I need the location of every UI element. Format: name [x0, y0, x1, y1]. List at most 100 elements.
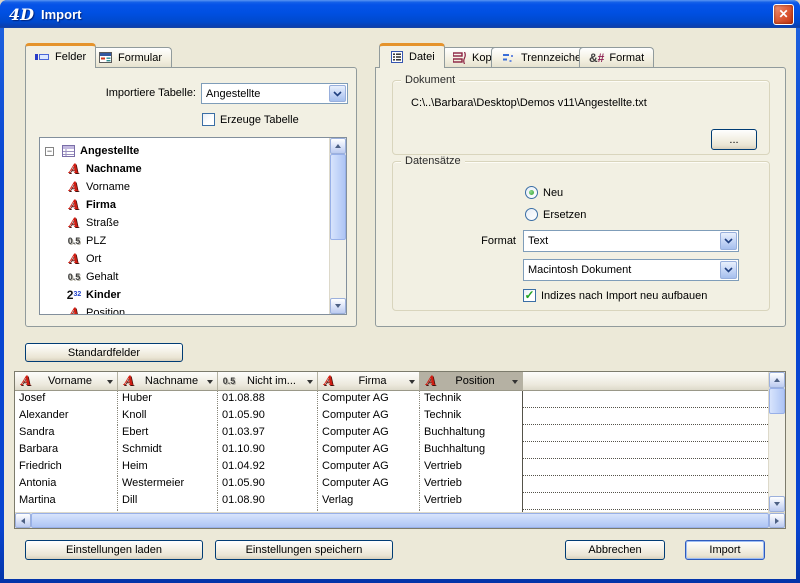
abbrechen-button[interactable]: Abbrechen	[565, 540, 665, 560]
table-scroll-right-button[interactable]	[769, 513, 785, 528]
table-cell: 01.08.88	[218, 391, 318, 408]
tree-item-plz[interactable]: 0.5PLZ	[40, 232, 328, 250]
erzeuge-tabelle-checkbox[interactable]	[202, 113, 215, 126]
tab-format[interactable]: &# Format	[579, 47, 654, 67]
tree-scrollbar[interactable]	[329, 138, 346, 314]
column-header-vorname[interactable]: AVorname	[15, 372, 118, 391]
tree-item-nachname[interactable]: ANachname	[40, 160, 328, 178]
tree-item-position[interactable]: APosition	[40, 304, 328, 314]
tree-item-kinder[interactable]: 232Kinder	[40, 286, 328, 304]
tree-scroll-thumb[interactable]	[330, 154, 346, 240]
table-cell: Westermeier	[118, 476, 218, 493]
table-row[interactable]: BarbaraSchmidt01.10.90Computer AGBuchhal…	[15, 442, 768, 459]
column-menu-arrow-icon[interactable]	[207, 380, 213, 387]
radio-ersetzen-row[interactable]: Ersetzen	[525, 208, 586, 221]
column-menu-arrow-icon[interactable]	[512, 380, 518, 387]
column-header-position[interactable]: APosition	[420, 372, 523, 391]
radio-neu-row[interactable]: Neu	[525, 186, 563, 199]
dokument-groupbox: Dokument C:\..\Barbara\Desktop\Demos v11…	[392, 80, 770, 155]
arrow-down-icon	[335, 304, 341, 311]
column-menu-arrow-icon[interactable]	[107, 380, 113, 387]
tree-item-strae[interactable]: AStraße	[40, 214, 328, 232]
tree-item-vorname[interactable]: A Vorname	[40, 178, 328, 196]
importiere-tabelle-select[interactable]: Angestellte	[201, 83, 348, 104]
column-header-nichtim[interactable]: 0.5Nicht im...	[218, 372, 318, 391]
table-row[interactable]: JosefHuber01.08.88Computer AGTechnik	[15, 391, 768, 408]
rebuild-indexes-checkbox[interactable]	[523, 289, 536, 302]
4d-logo-icon: 4D	[9, 5, 34, 24]
column-menu-arrow-icon[interactable]	[409, 380, 415, 387]
field-tree-items: −AngestellteANachnameAVornameAFirmaAStra…	[40, 138, 328, 314]
checkbox-label: Indizes nach Import neu aufbauen	[541, 290, 707, 302]
real-field-icon: 0.5	[222, 376, 236, 386]
tab-datei[interactable]: Datei	[379, 43, 445, 68]
tree-scroll-down-button[interactable]	[330, 298, 346, 314]
table-cell: Computer AG	[318, 476, 420, 493]
table-row[interactable]: MartinaDill01.08.90VerlagVertrieb	[15, 493, 768, 510]
tree-scroll-up-button[interactable]	[330, 138, 346, 154]
tree-item-gehalt[interactable]: 0.5Gehalt	[40, 268, 328, 286]
table-cell: Ebert	[118, 425, 218, 442]
erzeuge-tabelle-checkbox-row[interactable]: Erzeuge Tabelle	[202, 113, 299, 126]
alpha-field-icon: A	[66, 180, 82, 195]
datei-tab-icon	[389, 51, 404, 63]
table-vertical-scrollbar[interactable]	[768, 372, 785, 512]
table-cell: Sandra	[15, 425, 118, 442]
combo-selected-value: Text	[524, 235, 719, 247]
table-scroll-left-button[interactable]	[15, 513, 31, 528]
tree-item-firma[interactable]: AFirma	[40, 196, 328, 214]
document-path: C:\..\Barbara\Desktop\Demos v11\Angestel…	[411, 97, 647, 109]
table-row[interactable]: SandraEbert01.03.97Computer AGBuchhaltun…	[15, 425, 768, 442]
tree-collapse-minus-icon[interactable]: −	[45, 147, 54, 156]
close-icon	[778, 8, 788, 21]
standardfelder-button[interactable]: Standardfelder	[25, 343, 183, 362]
table-vscroll-thumb[interactable]	[769, 388, 785, 414]
table-cell: Antonia	[15, 476, 118, 493]
column-header-label: Firma	[338, 375, 407, 387]
column-header-firma[interactable]: AFirma	[318, 372, 420, 391]
column-header-nachname[interactable]: ANachname	[118, 372, 218, 391]
column-header-label: Nicht im...	[238, 375, 305, 387]
browse-button[interactable]: ...	[711, 129, 757, 150]
table-scroll-down-button[interactable]	[769, 496, 785, 512]
alpha-field-icon: A	[66, 162, 82, 177]
einstellungen-laden-button[interactable]: Einstellungen laden	[25, 540, 203, 560]
column-menu-arrow-icon[interactable]	[307, 380, 313, 387]
table-horizontal-scrollbar[interactable]	[15, 512, 785, 528]
integer-field-icon: 232	[66, 288, 82, 302]
table-scroll-up-button[interactable]	[769, 372, 785, 388]
datensaetze-groupbox: Datensätze Neu Ersetzen Format Text	[392, 161, 770, 311]
table-cell: Barbara	[15, 442, 118, 459]
einstellungen-speichern-button[interactable]: Einstellungen speichern	[215, 540, 393, 560]
tree-item-label: Vorname	[86, 181, 130, 193]
table-cell: Schmidt	[118, 442, 218, 459]
real-field-icon: 0.5	[66, 236, 82, 246]
table-hscroll-thumb[interactable]	[31, 513, 769, 528]
rebuild-indexes-checkbox-row[interactable]: Indizes nach Import neu aufbauen	[523, 289, 707, 302]
chevron-down-icon[interactable]	[720, 232, 737, 250]
titlebar[interactable]: 4D Import	[0, 0, 800, 28]
import-button[interactable]: Import	[685, 540, 765, 560]
format-select[interactable]: Text	[523, 230, 739, 252]
tree-item-label: Gehalt	[86, 271, 118, 283]
radio-ersetzen[interactable]	[525, 208, 538, 221]
tree-item-label: Straße	[86, 217, 119, 229]
tab-felder[interactable]: Felder	[25, 43, 96, 68]
tree-item-angestellte[interactable]: −Angestellte	[40, 142, 328, 160]
chevron-down-icon[interactable]	[329, 85, 346, 102]
chevron-down-icon[interactable]	[720, 261, 737, 279]
document-type-select[interactable]: Macintosh Dokument	[523, 259, 739, 281]
tree-item-ort[interactable]: AOrt	[40, 250, 328, 268]
table-cell: Alexander	[15, 408, 118, 425]
table-cell: Friedrich	[15, 459, 118, 476]
radio-neu[interactable]	[525, 186, 538, 199]
felder-panel: Importiere Tabelle: Angestellte Erzeuge …	[25, 67, 357, 327]
table-row[interactable]: AlexanderKnoll01.05.90Computer AGTechnik	[15, 408, 768, 425]
table-cell: Vertrieb	[420, 459, 523, 476]
close-button[interactable]	[773, 4, 794, 25]
table-row[interactable]: FriedrichHeim01.04.92Computer AGVertrieb	[15, 459, 768, 476]
dokument-legend: Dokument	[401, 74, 459, 86]
arrow-right-icon	[775, 518, 782, 524]
tab-formular[interactable]: Formular	[88, 47, 172, 67]
table-row[interactable]: AntoniaWestermeier01.05.90Computer AGVer…	[15, 476, 768, 493]
